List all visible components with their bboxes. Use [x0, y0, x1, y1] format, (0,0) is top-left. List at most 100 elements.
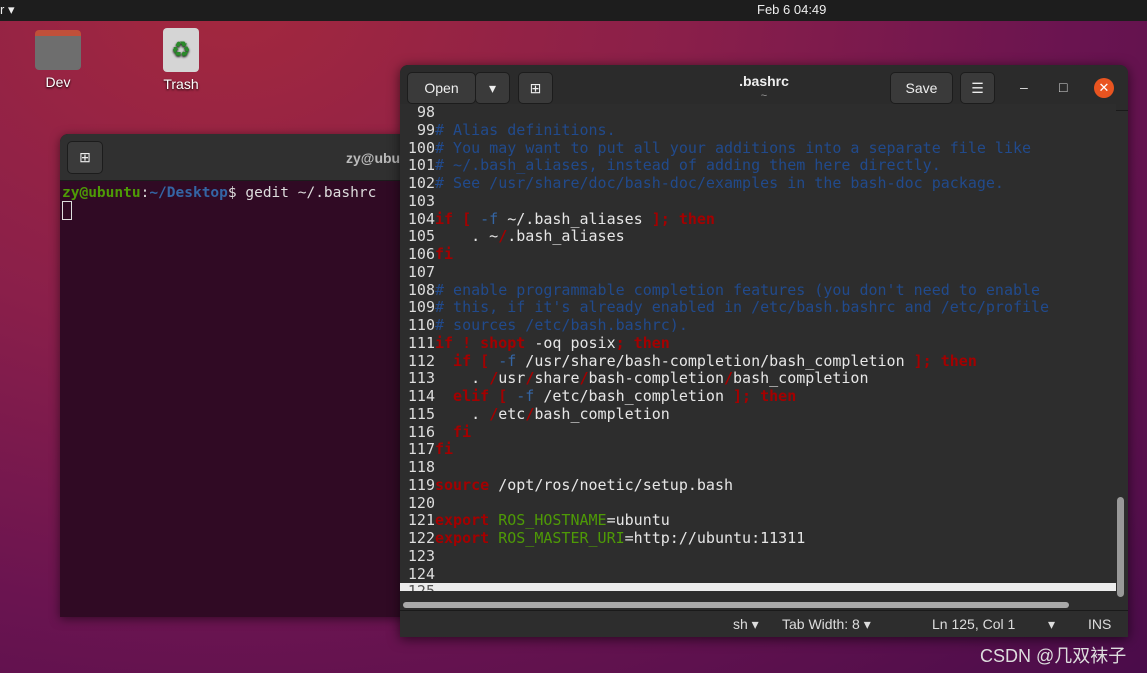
desktop-icon-trash[interactable]: ♻ Trash [146, 28, 216, 92]
prompt-path: ~/Desktop [149, 185, 228, 201]
horizontal-scrollbar[interactable] [403, 602, 1069, 608]
code-line[interactable]: 116 fi [400, 422, 1116, 442]
code-token: # You may want to put all your additions… [435, 138, 1032, 157]
prompt-dollar: $ [227, 185, 237, 201]
code-token: / [489, 369, 499, 388]
code-token: / [525, 404, 535, 423]
code-token: fi [435, 422, 472, 441]
cursor-position[interactable]: Ln 125, Col 1 [932, 616, 1015, 632]
code-token: . [435, 369, 490, 388]
code-line[interactable]: 115 . /etc/bash_completion [400, 404, 1116, 424]
close-button[interactable]: ✕ [1094, 78, 1114, 98]
hamburger-menu-button[interactable]: ☰ [960, 72, 995, 104]
code-line[interactable]: 109# this, if it's already enabled in /e… [400, 298, 1116, 317]
code-line[interactable]: 102# See /usr/share/doc/bash-doc/example… [400, 174, 1116, 193]
terminal-header: ⊞ zy@ubu [60, 134, 420, 181]
code-view[interactable]: 98 99# Alias definitions. 100# You may wan… [400, 104, 1116, 591]
code-line[interactable]: 112 if [ -f /usr/share/bash-completion/b… [400, 351, 1116, 371]
save-button[interactable]: Save [890, 72, 953, 104]
code-line[interactable]: 110# sources /etc/bash.bashrc). [400, 316, 1116, 335]
code-line[interactable]: 124 [400, 565, 1116, 584]
code-line[interactable]: 100# You may want to put all your additi… [400, 138, 1116, 158]
line-number: 112 [400, 352, 435, 371]
top-bar: r ▾ Feb 6 04:49 [0, 0, 1147, 21]
code-line[interactable]: 104if [ -f ~/.bash_aliases ]; then [400, 209, 1116, 229]
line-number: 111 [400, 334, 435, 353]
code-line[interactable]: 103 [400, 192, 1116, 211]
code-line[interactable]: 113 . /usr/share/bash-completion/bash_co… [400, 369, 1116, 388]
code-line[interactable]: 101# ~/.bash_aliases, instead of adding … [400, 156, 1116, 175]
line-number: 119 [400, 476, 435, 495]
line-number: 122 [400, 529, 435, 548]
code-line[interactable]: 117fi [400, 440, 1116, 459]
code-token: / [489, 404, 499, 423]
code-token: -oq posix [525, 333, 616, 352]
line-number: 105 [400, 227, 435, 246]
tab-width-selector[interactable]: Tab Width: 8 ▾ [782, 616, 871, 633]
document-title: .bashrc [739, 73, 789, 89]
code-token: # sources /etc/bash.bashrc). [435, 316, 688, 334]
line-number: 104 [400, 210, 435, 229]
code-token: # enable programmable completion feature… [435, 280, 1041, 299]
code-token: /opt/ros/noetic/setup.bash [489, 475, 734, 494]
desktop-icon-label: Trash [163, 76, 199, 92]
code-token: bash_completion [534, 404, 670, 423]
maximize-button[interactable]: □ [1059, 79, 1067, 95]
code-token: export [435, 529, 490, 547]
code-token: /usr/share/bash-completion/bash_completi… [516, 351, 914, 370]
desktop-icon-dev[interactable]: Dev [23, 30, 93, 90]
code-line[interactable]: 98 [400, 104, 1116, 122]
vertical-scrollbar[interactable] [1117, 497, 1124, 597]
code-line[interactable]: 119source /opt/ros/noetic/setup.bash [400, 475, 1116, 495]
terminal-body[interactable]: zy@ubuntu:~/Desktop$ gedit ~/.bashrc [60, 181, 420, 224]
code-line[interactable]: 120 [400, 494, 1116, 513]
position-menu-arrow[interactable]: ▾ [1048, 616, 1055, 633]
code-token: =ubuntu [606, 511, 670, 530]
code-token: fi [435, 440, 454, 459]
code-token: if [ [435, 351, 490, 370]
code-token: # Alias definitions. [435, 120, 616, 139]
code-token: -f [489, 351, 517, 370]
line-number: 113 [400, 369, 435, 388]
code-line[interactable]: 123 [400, 547, 1116, 566]
code-line[interactable]: 107 [400, 263, 1116, 282]
line-number: 102 [400, 174, 435, 193]
code-token: bash_completion [733, 369, 869, 388]
line-number: 107 [400, 263, 435, 282]
code-line[interactable]: 108# enable programmable completion feat… [400, 280, 1116, 300]
line-number: 123 [400, 547, 435, 566]
code-line[interactable]: 122export ROS_MASTER_URI=http://ubuntu:1… [400, 529, 1116, 548]
code-token: etc [498, 404, 526, 423]
code-token: bash-completion [588, 369, 724, 388]
watermark: CSDN @几双袜子 [980, 646, 1127, 666]
code-token: -f [507, 387, 535, 405]
minimize-button[interactable]: – [1020, 79, 1028, 95]
language-selector[interactable]: sh ▾ [733, 616, 759, 633]
clock[interactable]: Feb 6 04:49 [757, 2, 826, 17]
code-token: fi [435, 245, 454, 263]
new-tab-button[interactable]: ⊞ [67, 141, 103, 174]
code-token: =http://ubuntu:11311 [624, 529, 806, 547]
line-number: 114 [400, 387, 435, 406]
terminal-window: ⊞ zy@ubu zy@ubuntu:~/Desktop$ gedit ~/.b… [60, 134, 420, 617]
code-line[interactable]: 99# Alias definitions. [400, 120, 1116, 140]
line-number: 116 [400, 423, 435, 442]
activities-menu[interactable]: r ▾ [0, 2, 14, 18]
code-token: / [498, 227, 508, 246]
code-line[interactable]: 106fi [400, 245, 1116, 264]
code-line[interactable]: 111if ! shopt -oq posix; then [400, 333, 1116, 353]
code-line[interactable]: 125 [400, 582, 1116, 591]
prompt-user: zy@ubuntu [62, 185, 141, 201]
line-number: 121 [400, 511, 435, 530]
code-token: -f [471, 209, 499, 228]
code-token: # ~/.bash_aliases, instead of adding the… [435, 156, 941, 175]
code-line[interactable]: 105 . ~/.bash_aliases [400, 227, 1116, 246]
code-line[interactable]: 121export ROS_HOSTNAME=ubuntu [400, 511, 1116, 530]
code-line[interactable]: 118 [400, 458, 1116, 477]
line-number: 106 [400, 245, 435, 264]
insert-mode: INS [1088, 616, 1112, 632]
code-token: export [435, 511, 490, 530]
terminal-title: zy@ubu [346, 150, 401, 166]
code-line[interactable]: 114 elif [ -f /etc/bash_completion ]; th… [400, 387, 1116, 406]
line-number: 109 [400, 298, 435, 317]
